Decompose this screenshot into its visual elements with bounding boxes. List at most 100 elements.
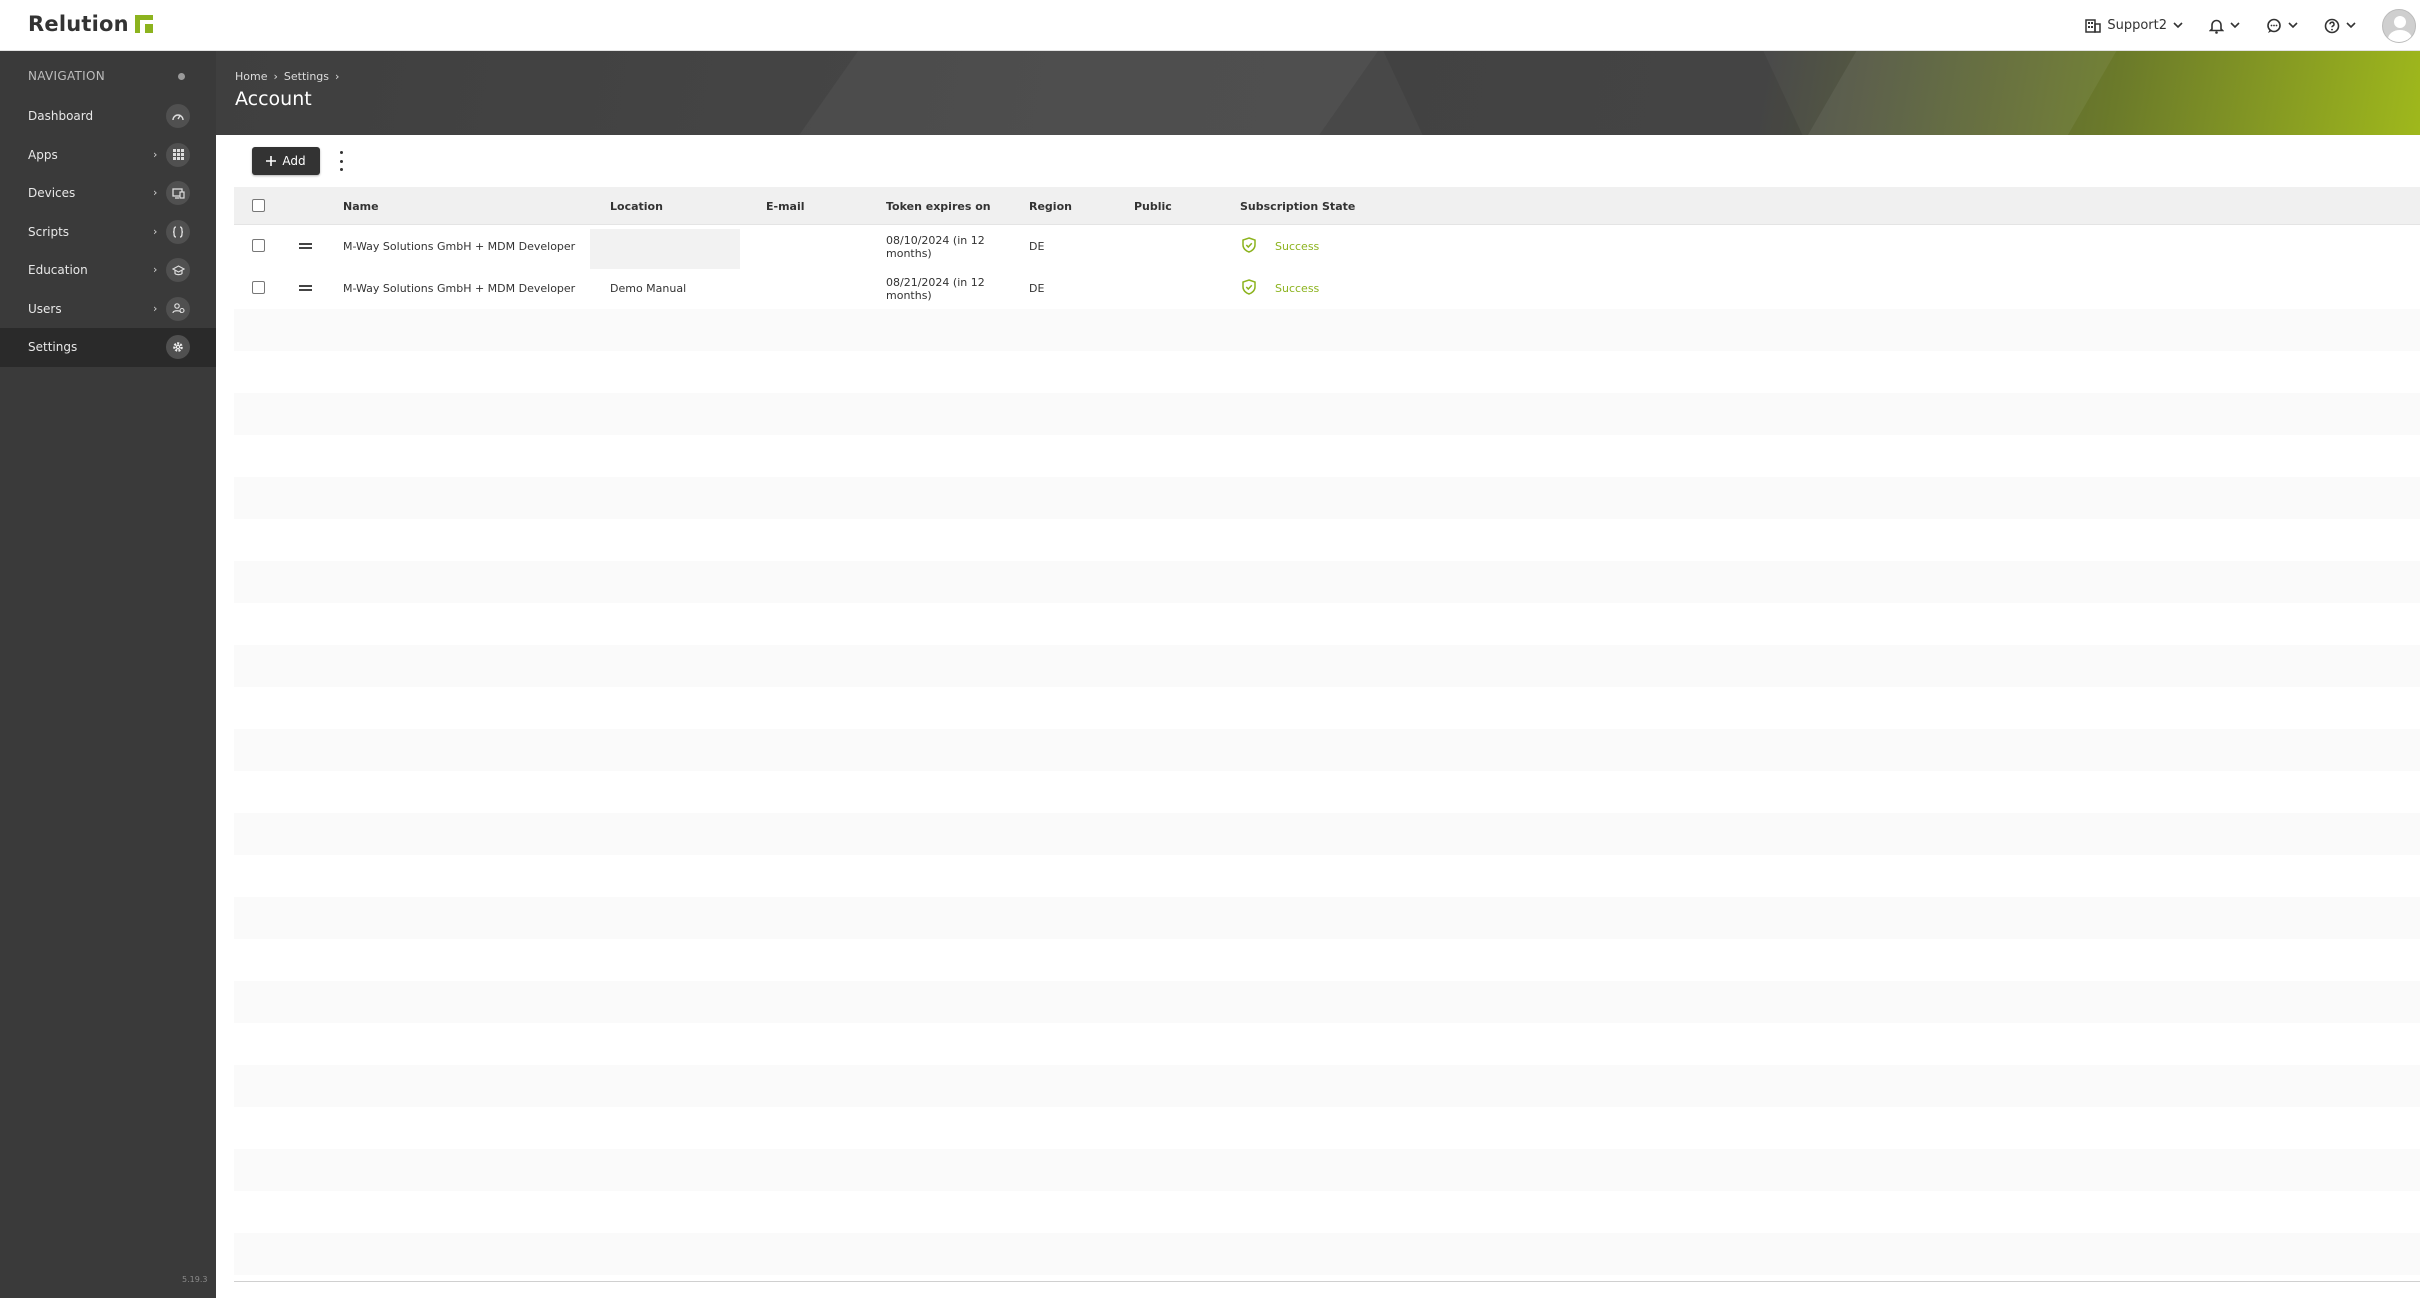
plus-icon <box>266 156 277 166</box>
dashboard-icon <box>166 104 190 128</box>
logo-mark-icon <box>134 15 153 33</box>
bell-icon <box>2209 19 2224 34</box>
add-button[interactable]: Add <box>252 147 320 175</box>
sidebar-item-apps[interactable]: Apps › <box>0 136 216 175</box>
page-banner: Home › Settings › Account <box>216 51 2420 135</box>
sidebar-item-dashboard[interactable]: Dashboard <box>0 97 216 136</box>
table-row[interactable]: M-Way Solutions GmbH + MDM Developer Dem… <box>234 267 2420 309</box>
empty-row <box>234 1191 2420 1233</box>
breadcrumb-home[interactable]: Home <box>235 70 267 83</box>
cell-token-expires: 08/10/2024 (in 12 months) <box>886 234 985 260</box>
cell-location: Demo Manual <box>610 282 687 295</box>
users-icon <box>166 296 190 321</box>
empty-row <box>234 981 2420 1023</box>
empty-row <box>234 1107 2420 1149</box>
cell-subscription-state: Success <box>1275 240 1320 253</box>
chevron-right-icon: › <box>153 186 158 199</box>
content-panel: Add Name Location E-mail Token expires o… <box>234 135 2420 1282</box>
breadcrumb-separator-icon: › <box>273 70 278 83</box>
empty-row <box>234 477 2420 519</box>
sidebar-item-users[interactable]: Users › <box>0 290 216 329</box>
row-checkbox[interactable] <box>252 239 265 252</box>
breadcrumb: Home › Settings › <box>235 70 339 83</box>
cell-region: DE <box>1029 282 1045 295</box>
braces-icon <box>166 219 190 244</box>
sidebar-item-settings[interactable]: Settings <box>0 328 216 367</box>
table-row[interactable]: M-Way Solutions GmbH + MDM Developer 08/… <box>234 225 2420 269</box>
empty-row <box>234 813 2420 855</box>
empty-row <box>234 1149 2420 1191</box>
cell-name: M-Way Solutions GmbH + MDM Developer <box>343 240 576 253</box>
cell-subscription-state: Success <box>1275 282 1320 295</box>
user-avatar[interactable] <box>2382 8 2416 43</box>
brand-name: Relution <box>28 12 129 36</box>
app-version: 5.19.3 <box>182 1275 208 1284</box>
chat-bubble-icon <box>2267 18 2281 33</box>
accounts-table: Name Location E-mail Token expires on Re… <box>234 187 2420 1275</box>
sidebar-item-scripts[interactable]: Scripts › <box>0 213 216 252</box>
notifications-menu[interactable] <box>2209 18 2240 34</box>
empty-row <box>234 1023 2420 1065</box>
sidebar-item-education[interactable]: Education › <box>0 251 216 290</box>
empty-row <box>234 1233 2420 1275</box>
empty-table-rows <box>234 309 2420 1275</box>
empty-row <box>234 393 2420 435</box>
empty-row <box>234 939 2420 981</box>
column-header-location[interactable]: Location <box>610 200 663 213</box>
messages-menu[interactable] <box>2266 18 2298 34</box>
sidebar-item-label: Dashboard <box>28 109 94 124</box>
column-header-email[interactable]: E-mail <box>766 200 805 213</box>
column-header-public[interactable]: Public <box>1134 200 1172 213</box>
drag-handle-icon[interactable] <box>299 285 312 291</box>
column-header-region[interactable]: Region <box>1029 200 1072 213</box>
sidebar-item-label: Devices <box>28 186 76 201</box>
navigation-title: NAVIGATION <box>28 69 106 83</box>
empty-row <box>234 771 2420 813</box>
empty-row <box>234 561 2420 603</box>
column-header-token-expires[interactable]: Token expires on <box>886 200 991 213</box>
chevron-right-icon: › <box>153 147 158 161</box>
row-checkbox[interactable] <box>252 281 265 294</box>
devices-icon <box>166 181 190 205</box>
token-date: 08/10/2024 (in 12 <box>886 234 985 247</box>
chevron-right-icon: › <box>153 301 158 315</box>
breadcrumb-settings[interactable]: Settings <box>284 70 329 83</box>
page-title: Account <box>235 88 312 110</box>
sidebar-item-devices[interactable]: Devices › <box>0 174 216 213</box>
organization-name: Support2 <box>2107 18 2167 33</box>
grid-icon <box>166 142 190 167</box>
graduation-cap-icon <box>166 258 190 282</box>
column-header-name[interactable]: Name <box>343 200 379 213</box>
token-date: 08/21/2024 (in 12 <box>886 276 985 289</box>
select-all-checkbox[interactable] <box>252 199 265 212</box>
organization-switcher[interactable]: Support2 <box>2085 18 2183 33</box>
relution-logo[interactable]: Relution <box>28 12 153 36</box>
help-circle-icon <box>2324 18 2340 33</box>
more-actions-icon[interactable] <box>338 151 344 171</box>
chevron-down-icon <box>2230 22 2240 29</box>
chevron-down-icon <box>2288 22 2298 29</box>
empty-row <box>234 519 2420 561</box>
empty-row <box>234 729 2420 771</box>
empty-row <box>234 897 2420 939</box>
sidebar-item-label: Apps <box>28 147 58 162</box>
token-relative: months) <box>886 247 932 260</box>
empty-row <box>234 309 2420 351</box>
column-header-subscription-state[interactable]: Subscription State <box>1240 200 1355 213</box>
pin-sidebar-icon[interactable] <box>178 73 185 80</box>
cell-region: DE <box>1029 240 1045 253</box>
empty-row <box>234 435 2420 477</box>
empty-row <box>234 645 2420 687</box>
empty-row <box>234 603 2420 645</box>
token-relative: months) <box>886 289 932 302</box>
chevron-down-icon <box>2173 22 2183 29</box>
empty-row <box>234 1065 2420 1107</box>
sidebar-item-label: Scripts <box>28 224 70 239</box>
drag-handle-icon[interactable] <box>299 243 312 249</box>
empty-row <box>234 687 2420 729</box>
sidebar-navigation: NAVIGATION Dashboard Apps › Devices › Sc… <box>0 51 216 1298</box>
gear-icon <box>166 335 190 359</box>
empty-row <box>234 351 2420 393</box>
empty-row <box>234 855 2420 897</box>
help-menu[interactable] <box>2324 18 2356 34</box>
